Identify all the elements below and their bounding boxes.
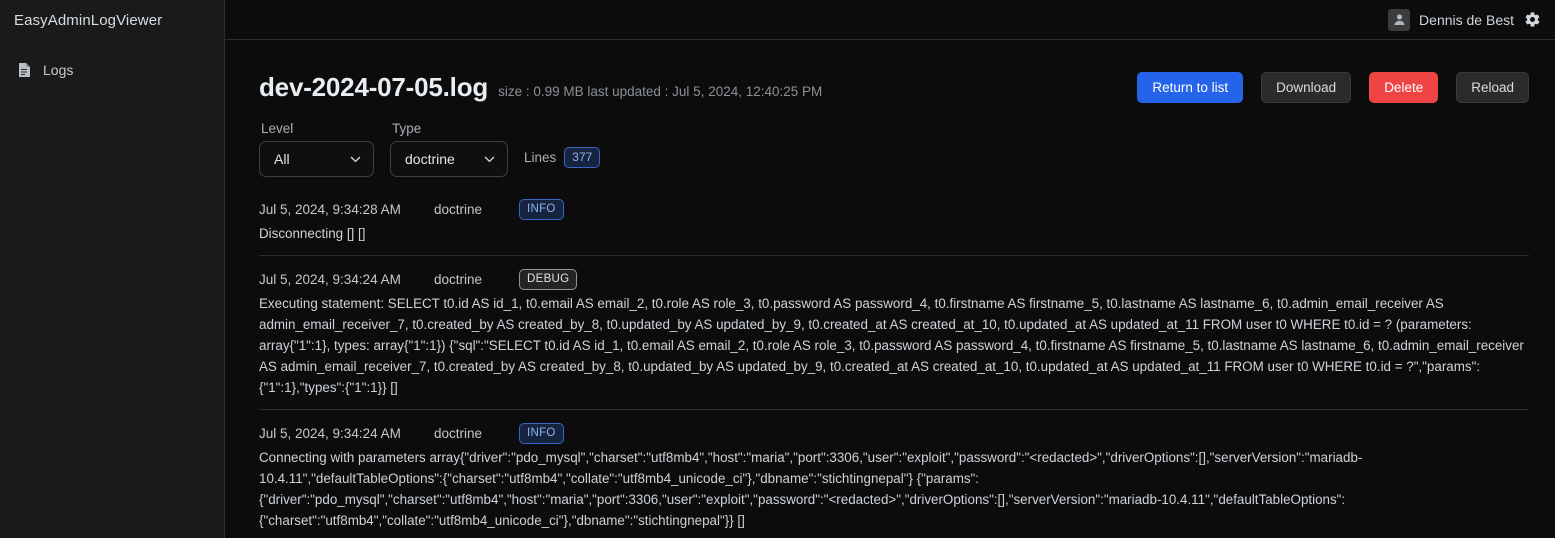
sidebar-nav: Logs xyxy=(0,55,224,85)
log-entry-message: Connecting with parameters array{"driver… xyxy=(259,450,1363,528)
file-action-buttons: Return to list Download Delete Reload xyxy=(1137,72,1529,103)
log-entry-header: Jul 5, 2024, 9:34:24 AM doctrine DEBUG xyxy=(259,269,1529,290)
log-entry-list: Jul 5, 2024, 9:34:28 AM doctrine INFO Di… xyxy=(259,199,1529,538)
log-entry: Jul 5, 2024, 9:34:24 AM doctrine DEBUG E… xyxy=(259,269,1529,410)
app-root: EasyAdminLogViewer Logs Dennis de Best d… xyxy=(0,0,1555,538)
log-level-badge: INFO xyxy=(519,423,564,444)
lines-label: Lines xyxy=(524,150,557,165)
log-entry-date: Jul 5, 2024, 9:34:24 AM xyxy=(259,272,401,287)
filter-bar: Level All Type doctrine Lines 377 xyxy=(259,121,1529,177)
log-entry-date: Jul 5, 2024, 9:34:28 AM xyxy=(259,202,401,217)
log-entry-channel: doctrine xyxy=(434,202,483,217)
level-select-value: All xyxy=(274,151,290,167)
page-title: dev-2024-07-05.log xyxy=(259,72,489,102)
sidebar-item-logs-label: Logs xyxy=(43,62,74,78)
log-entry-date: Jul 5, 2024, 9:34:24 AM xyxy=(259,426,401,441)
user-avatar-icon xyxy=(1388,8,1411,31)
type-filter: Type doctrine xyxy=(390,121,508,177)
log-entry-header: Jul 5, 2024, 9:34:28 AM doctrine INFO xyxy=(259,199,1529,220)
user-menu[interactable]: Dennis de Best xyxy=(1388,8,1514,31)
log-level-badge: INFO xyxy=(519,199,564,220)
chevron-down-icon xyxy=(483,153,496,166)
content-area: dev-2024-07-05.log size : 0.99 MB last u… xyxy=(225,40,1555,538)
username-label: Dennis de Best xyxy=(1419,11,1514,28)
level-filter-label: Level xyxy=(261,121,294,136)
gear-icon[interactable] xyxy=(1524,11,1541,28)
topbar: Dennis de Best xyxy=(225,0,1555,40)
download-button[interactable]: Download xyxy=(1261,72,1352,103)
sidebar: EasyAdminLogViewer Logs xyxy=(0,0,225,538)
return-to-list-button[interactable]: Return to list xyxy=(1137,72,1244,103)
main-region: Dennis de Best dev-2024-07-05.log size :… xyxy=(225,0,1555,538)
app-brand-label: EasyAdminLogViewer xyxy=(14,11,163,29)
lines-count-badge: 377 xyxy=(564,147,601,168)
document-icon xyxy=(18,62,31,78)
chevron-down-icon xyxy=(349,153,362,166)
lines-counter: Lines 377 xyxy=(524,147,601,177)
type-select-value: doctrine xyxy=(405,151,455,167)
level-select[interactable]: All xyxy=(259,141,374,177)
delete-button[interactable]: Delete xyxy=(1369,72,1439,103)
log-entry-message: Executing statement: SELECT t0.id AS id_… xyxy=(259,296,1524,395)
app-brand[interactable]: EasyAdminLogViewer xyxy=(0,0,224,40)
log-entry: Jul 5, 2024, 9:34:28 AM doctrine INFO Di… xyxy=(259,199,1529,256)
reload-button[interactable]: Reload xyxy=(1456,72,1529,103)
log-level-badge: DEBUG xyxy=(519,269,578,290)
sidebar-item-logs[interactable]: Logs xyxy=(0,55,224,85)
log-entry-message: Disconnecting [] [] xyxy=(259,226,366,241)
file-header-left: dev-2024-07-05.log size : 0.99 MB last u… xyxy=(259,72,822,103)
log-entry: Jul 5, 2024, 9:34:24 AM doctrine INFO Co… xyxy=(259,423,1529,538)
log-entry-header: Jul 5, 2024, 9:34:24 AM doctrine INFO xyxy=(259,423,1529,444)
type-select[interactable]: doctrine xyxy=(390,141,508,177)
file-header-row: dev-2024-07-05.log size : 0.99 MB last u… xyxy=(259,40,1529,103)
log-entry-channel: doctrine xyxy=(434,272,483,287)
log-entry-channel: doctrine xyxy=(434,426,483,441)
type-filter-label: Type xyxy=(392,121,422,136)
level-filter: Level All xyxy=(259,121,374,177)
file-meta-label: size : 0.99 MB last updated : Jul 5, 202… xyxy=(498,84,823,99)
